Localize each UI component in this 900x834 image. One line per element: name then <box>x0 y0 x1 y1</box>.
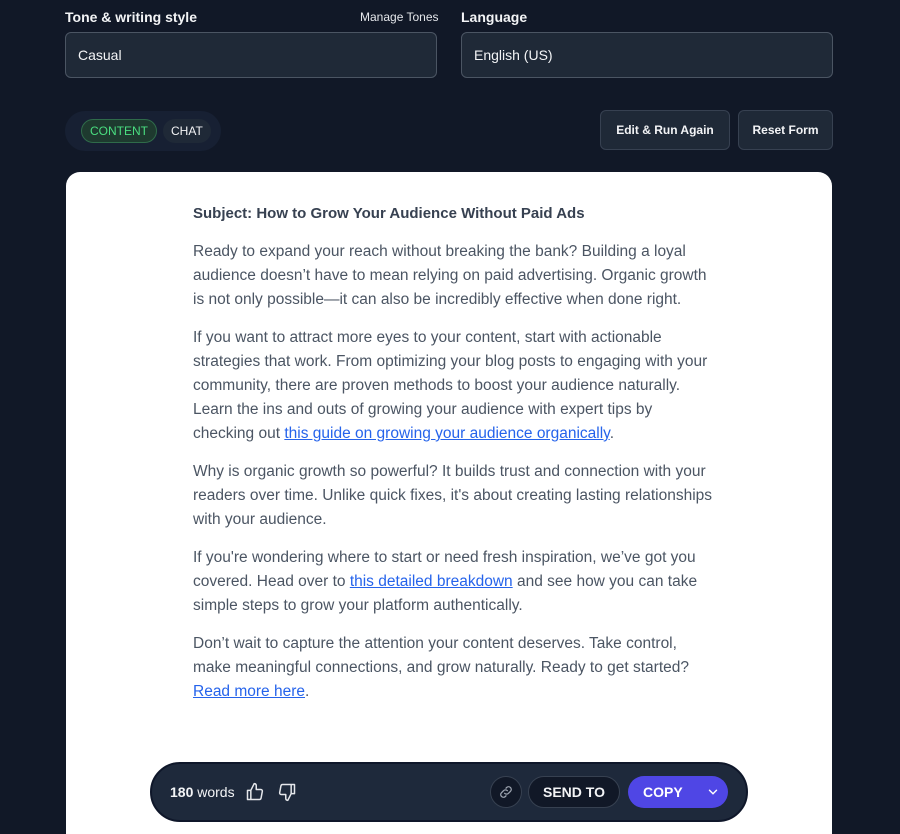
bottom-action-bar: 180 words SEND TO COPY <box>150 762 748 822</box>
content-card: Subject: How to Grow Your Audience Witho… <box>66 172 832 834</box>
tone-select-value: Casual <box>78 47 122 63</box>
word-count-number: 180 <box>170 784 194 800</box>
thumbs-down-icon[interactable] <box>276 781 298 803</box>
article-paragraph: Don’t wait to capture the attention your… <box>193 635 689 700</box>
language-label: Language <box>461 9 528 25</box>
language-select-value: English (US) <box>474 47 553 63</box>
copy-button[interactable]: COPY <box>628 776 728 808</box>
article-paragraph: If you want to attract more eyes to your… <box>193 329 708 442</box>
tab-chat[interactable]: CHAT <box>163 119 211 143</box>
generated-article: Subject: How to Grow Your Audience Witho… <box>193 202 713 718</box>
read-more-link[interactable]: Read more here <box>193 683 305 700</box>
language-select[interactable]: English (US) <box>461 32 833 78</box>
link-icon <box>500 786 512 798</box>
reset-form-button[interactable]: Reset Form <box>738 110 833 150</box>
copy-label: COPY <box>643 784 683 800</box>
tab-content[interactable]: CONTENT <box>81 119 157 143</box>
copy-link-button[interactable] <box>490 776 522 808</box>
manage-tones-link[interactable]: Manage Tones <box>360 10 439 24</box>
article-paragraph: Why is organic growth so powerful? It bu… <box>193 463 713 528</box>
mode-toggle: CONTENT CHAT <box>65 111 221 151</box>
word-count-label: words <box>197 784 235 800</box>
word-count: 180 words <box>170 784 235 800</box>
breakdown-link[interactable]: this detailed breakdown <box>350 573 513 590</box>
thumbs-up-icon[interactable] <box>244 781 266 803</box>
tone-label: Tone & writing style <box>65 9 197 25</box>
chevron-down-icon[interactable] <box>706 785 720 799</box>
tone-select[interactable]: Casual <box>65 32 437 78</box>
article-paragraph: Ready to expand your reach without break… <box>193 243 707 308</box>
article-paragraph: If you're wondering where to start or ne… <box>193 549 698 614</box>
edit-run-again-button[interactable]: Edit & Run Again <box>600 110 730 150</box>
send-to-button[interactable]: SEND TO <box>528 776 620 808</box>
article-subject: Subject: How to Grow Your Audience Witho… <box>193 205 585 222</box>
guide-link[interactable]: this guide on growing your audience orga… <box>284 425 609 442</box>
